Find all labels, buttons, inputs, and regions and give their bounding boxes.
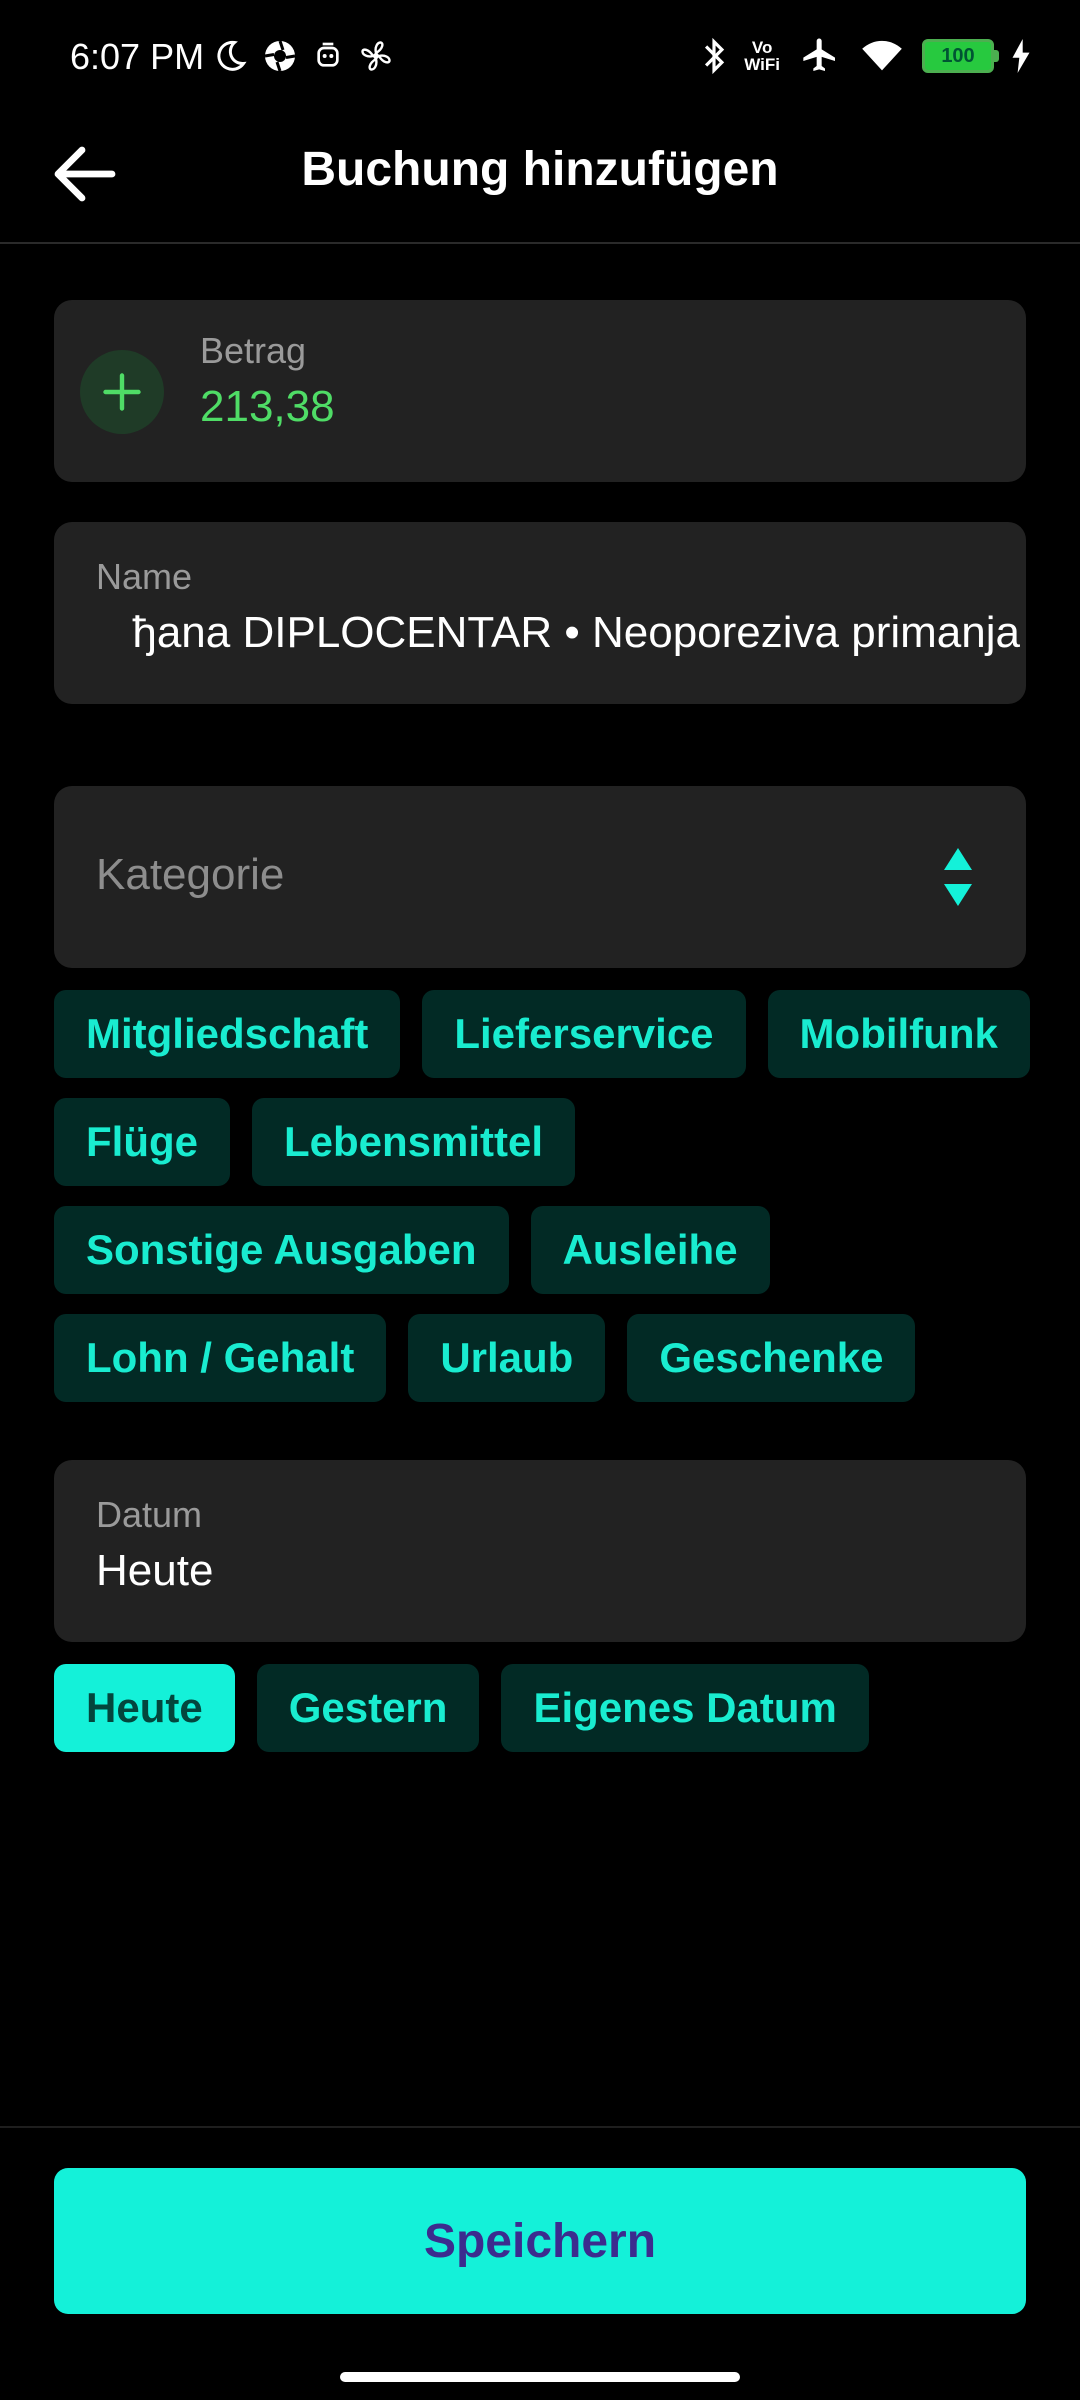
date-chip-heute[interactable]: Heute bbox=[54, 1664, 235, 1752]
sign-toggle-button[interactable] bbox=[80, 350, 164, 434]
shutter-icon bbox=[264, 40, 296, 72]
plus-icon bbox=[103, 373, 141, 411]
battery-level: 100 bbox=[941, 44, 975, 67]
bluetooth-icon bbox=[705, 37, 725, 75]
top-app-bar: Buchung hinzufügen bbox=[0, 118, 1080, 244]
date-chip-gestern[interactable]: Gestern bbox=[256, 1664, 480, 1752]
page-title: Buchung hinzufügen bbox=[301, 143, 779, 196]
category-chip-ausleihe[interactable]: Ausleihe bbox=[530, 1206, 770, 1294]
fan-icon bbox=[361, 41, 391, 71]
category-select[interactable]: Kategorie bbox=[54, 786, 1026, 968]
date-value[interactable]: Heute bbox=[96, 1546, 213, 1596]
status-bar: 6:07 PM Vo WiFi 100 bbox=[0, 0, 1080, 118]
amount-label: Betrag bbox=[200, 330, 307, 371]
date-label: Datum bbox=[96, 1494, 203, 1535]
charging-bolt-icon bbox=[1012, 39, 1030, 73]
category-chip-urlaub[interactable]: Urlaub bbox=[408, 1314, 606, 1402]
date-chips: Heute Gestern Eigenes Datum bbox=[54, 1664, 1034, 1752]
home-indicator[interactable] bbox=[340, 2372, 740, 2382]
vowifi-icon: Vo WiFi bbox=[744, 39, 780, 73]
category-placeholder: Kategorie bbox=[96, 850, 285, 899]
airplane-icon bbox=[803, 38, 835, 71]
status-left-icons bbox=[212, 38, 394, 74]
category-chip-mobilfunk[interactable]: Mobilfunk bbox=[767, 990, 1030, 1078]
date-field[interactable]: Datum Heute bbox=[54, 1460, 1026, 1642]
footer-divider bbox=[0, 2126, 1080, 2128]
name-label: Name bbox=[96, 556, 193, 597]
sort-arrows-icon bbox=[944, 848, 972, 906]
category-chip-sonstige-ausgaben[interactable]: Sonstige Ausgaben bbox=[54, 1206, 509, 1294]
category-chip-lohn-gehalt[interactable]: Lohn / Gehalt bbox=[54, 1314, 387, 1402]
name-field[interactable]: Name ђana DIPLOCENTAR • Neoporeziva prim… bbox=[54, 522, 1026, 704]
category-chips: Mitgliedschaft Lieferservice Mobilfunk F… bbox=[54, 990, 1034, 1402]
moon-icon bbox=[217, 40, 247, 71]
date-chip-eigenes-datum[interactable]: Eigenes Datum bbox=[501, 1664, 869, 1752]
status-time: 6:07 PM bbox=[70, 36, 205, 77]
status-right-icons: Vo WiFi 100 bbox=[702, 36, 1030, 76]
battery-icon: 100 bbox=[922, 39, 999, 73]
amount-field[interactable]: Betrag 213,38 bbox=[54, 300, 1026, 482]
amount-value[interactable]: 213,38 bbox=[200, 382, 335, 432]
category-chip-geschenke[interactable]: Geschenke bbox=[627, 1314, 916, 1402]
category-chip-fluege[interactable]: Flüge bbox=[54, 1098, 230, 1186]
category-chip-lieferservice[interactable]: Lieferservice bbox=[422, 990, 746, 1078]
category-chip-mitgliedschaft[interactable]: Mitgliedschaft bbox=[54, 990, 401, 1078]
vowifi-bottom: WiFi bbox=[744, 55, 780, 74]
category-chip-lebensmittel[interactable]: Lebensmittel bbox=[252, 1098, 576, 1186]
name-value[interactable]: ђana DIPLOCENTAR • Neoporeziva primanja bbox=[132, 608, 1020, 658]
vowifi-top: Vo bbox=[751, 38, 773, 57]
save-button[interactable]: Speichern bbox=[54, 2168, 1026, 2314]
robot-icon bbox=[317, 42, 339, 67]
wifi-icon bbox=[862, 40, 902, 71]
